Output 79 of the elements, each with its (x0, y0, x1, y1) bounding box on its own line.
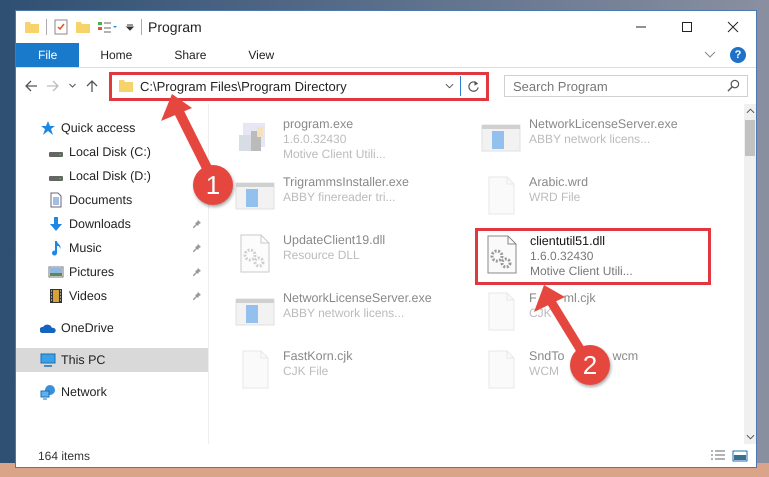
file-name: wcm (612, 349, 638, 364)
window-title: Program (148, 19, 202, 35)
navigation-item[interactable]: Music (16, 236, 208, 260)
pin-icon (192, 291, 202, 301)
refresh-icon[interactable] (467, 80, 480, 92)
highlighted-file-item[interactable]: clientutil51.dll 1.6.0.32430 Motive Client Utili... (475, 228, 711, 285)
maximize-icon[interactable] (681, 21, 693, 33)
large-icons-view-icon[interactable] (732, 448, 748, 462)
navigation-item[interactable]: Videos (16, 284, 208, 308)
file-name: clientutil51.dll (530, 234, 606, 249)
pin-icon (192, 219, 202, 229)
address-path: C:\Program Files\Program Directory (140, 78, 348, 94)
folder-icon (24, 19, 40, 35)
file-detail: Motive Client Utili... (283, 147, 386, 162)
navigation-item[interactable]: Network (16, 380, 113, 404)
close-icon[interactable] (727, 21, 739, 33)
scroll-down-icon[interactable] (746, 434, 754, 440)
expand-ribbon-chevron-icon[interactable] (704, 51, 716, 59)
file-detail: ABBY network licens... (283, 306, 404, 321)
file-name: ml.cjk (564, 291, 596, 306)
navigation-item[interactable]: Quick access (16, 116, 142, 140)
file-name: program.exe (283, 117, 354, 132)
search-field[interactable]: Search Program (504, 75, 748, 97)
file-name: NetworkLicenseServer.exe (529, 117, 678, 132)
ribbon-tab[interactable]: View (233, 43, 290, 67)
file-detail: Resource DLL (283, 248, 360, 263)
details-view-icon[interactable] (710, 448, 726, 462)
monitor-icon (40, 352, 56, 368)
up-arrow-icon[interactable] (85, 79, 99, 93)
customize-dropdown-icon[interactable] (125, 22, 135, 32)
navigation-item[interactable]: Pictures (16, 260, 208, 284)
network-icon (40, 384, 56, 400)
file-name: FastKorn.cjk (283, 349, 352, 364)
scrollbar-thumb[interactable] (745, 120, 755, 156)
ribbon-tab[interactable]: File (16, 43, 80, 67)
file-name: SndTo (529, 349, 564, 364)
navigation-item[interactable]: Documents (16, 188, 138, 212)
search-icon[interactable] (727, 79, 740, 92)
drive-icon (48, 175, 64, 182)
drive-icon (48, 151, 64, 158)
file-name: NetworkLicenseServer.exe (283, 291, 432, 306)
file-detail: 1.6.0.32430 (530, 249, 594, 264)
pin-icon (192, 267, 202, 277)
film-icon (48, 288, 64, 304)
file-detail: WRD File (529, 190, 580, 205)
file-detail: ABBY finereader tri... (283, 190, 396, 205)
item-count: 164 items (38, 448, 90, 462)
file-name: UpdateClient19.dll (283, 233, 386, 248)
navigation-item[interactable]: OneDrive (16, 316, 120, 340)
file-detail: Motive Client Utili... (530, 264, 633, 279)
navigation-item[interactable]: Local Disk (D:) (16, 164, 157, 188)
file-detail: 1.6.0.32430 (283, 132, 346, 147)
folder-icon (118, 78, 134, 94)
back-arrow-icon[interactable] (24, 79, 38, 93)
navigation-item[interactable]: Local Disk (C:) (16, 140, 157, 164)
view-list-icon[interactable] (97, 19, 119, 35)
dropdown-caret-icon[interactable] (445, 82, 454, 90)
file-name: TrigrammsInstaller.exe (283, 175, 409, 190)
scroll-up-icon[interactable] (746, 108, 754, 114)
address-bar[interactable]: C:\Program Files\Program Directory (109, 72, 489, 100)
recent-locations-caret-icon[interactable] (68, 82, 77, 90)
pictures-icon (48, 264, 64, 280)
ribbon-tab[interactable]: Share (159, 43, 222, 67)
file-detail: ABBY network licens... (529, 132, 650, 147)
navigation-item[interactable]: This PC (16, 348, 208, 372)
document-icon (48, 192, 64, 208)
navigation-item[interactable]: Downloads (16, 212, 208, 236)
download-arrow-icon (48, 216, 64, 232)
vertical-scrollbar[interactable] (744, 104, 756, 444)
file-name: Arabic.wrd (529, 175, 588, 190)
file-detail: WCM (529, 364, 559, 379)
properties-checklist-icon[interactable] (53, 19, 69, 35)
star-icon (40, 120, 56, 136)
ribbon-tab[interactable]: Home (85, 43, 148, 67)
file-detail: CJK (529, 306, 552, 321)
pin-icon (192, 243, 202, 253)
file-name: F (529, 291, 537, 306)
help-button[interactable]: ? (730, 47, 746, 63)
file-detail: CJK File (283, 364, 328, 379)
